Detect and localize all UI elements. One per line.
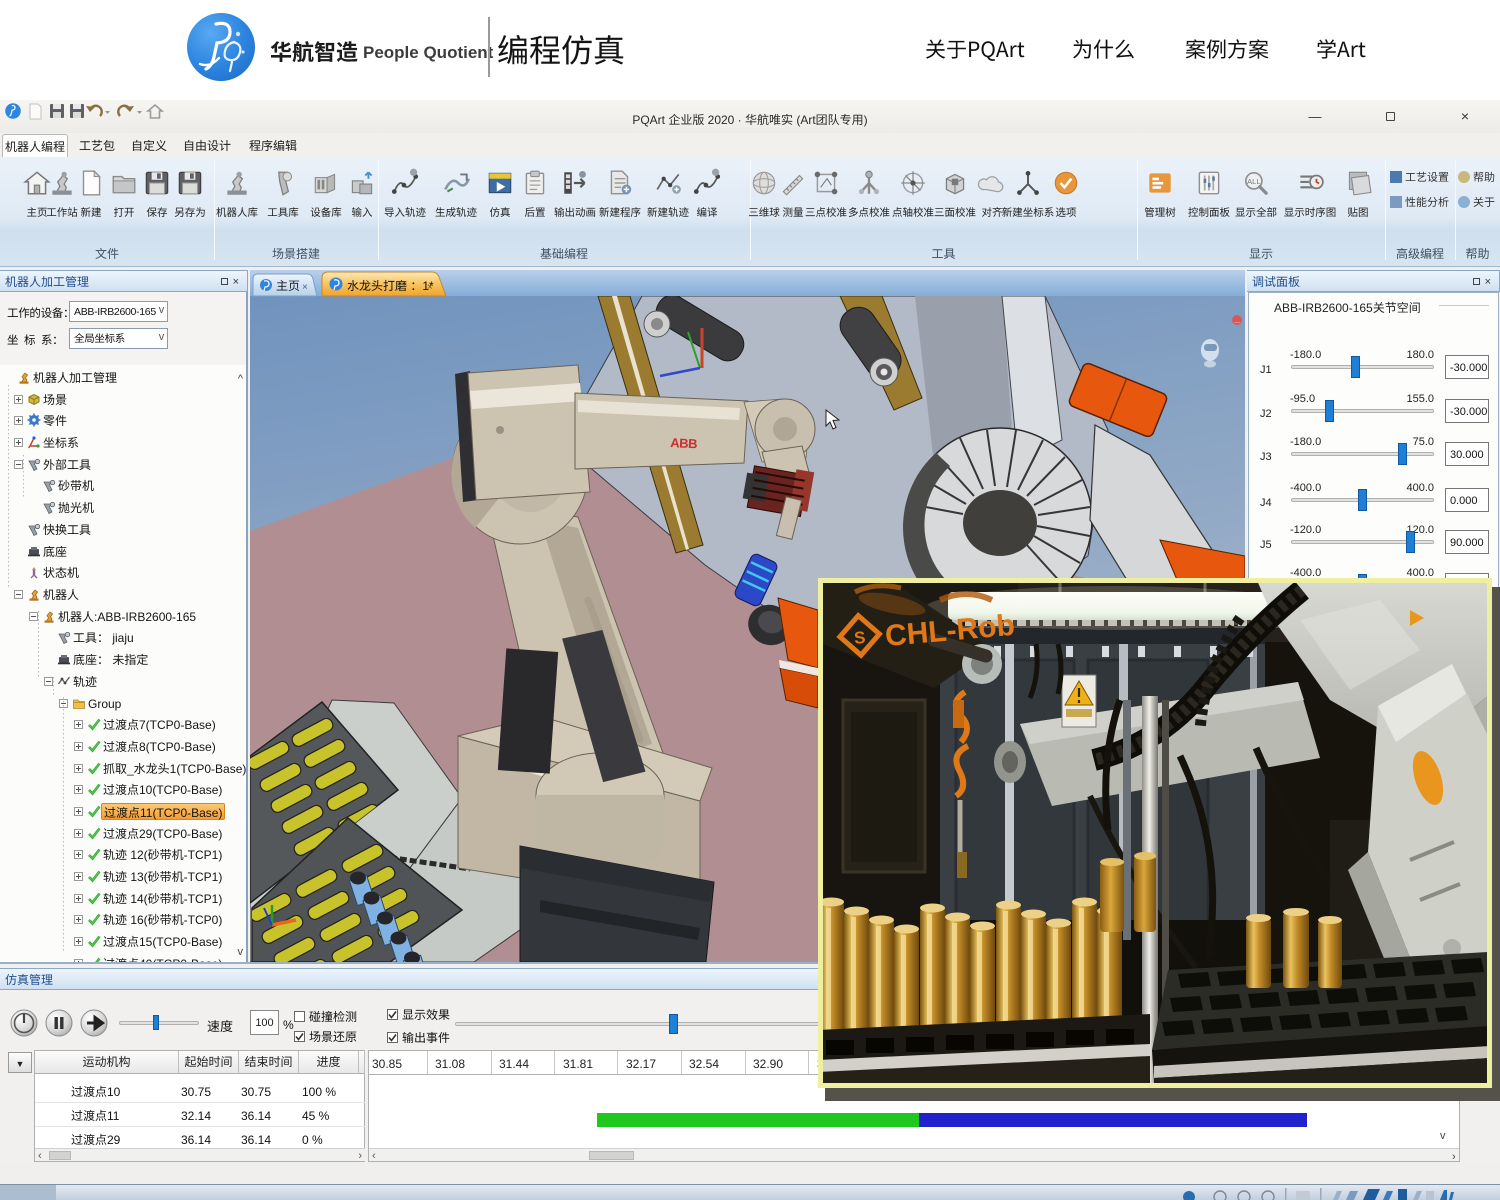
svg-text:ALL: ALL [1247, 177, 1260, 186]
svg-text:水龙头打磨 ：1*: 水龙头打磨 ：1* [347, 277, 434, 294]
svg-text:ABB: ABB [670, 435, 698, 451]
svg-text:×: × [427, 278, 433, 293]
svg-text:主页: 主页 [276, 277, 300, 294]
svg-text:S: S [853, 628, 866, 648]
svg-text:...: ... [1234, 318, 1240, 325]
svg-text:×: × [302, 278, 308, 293]
